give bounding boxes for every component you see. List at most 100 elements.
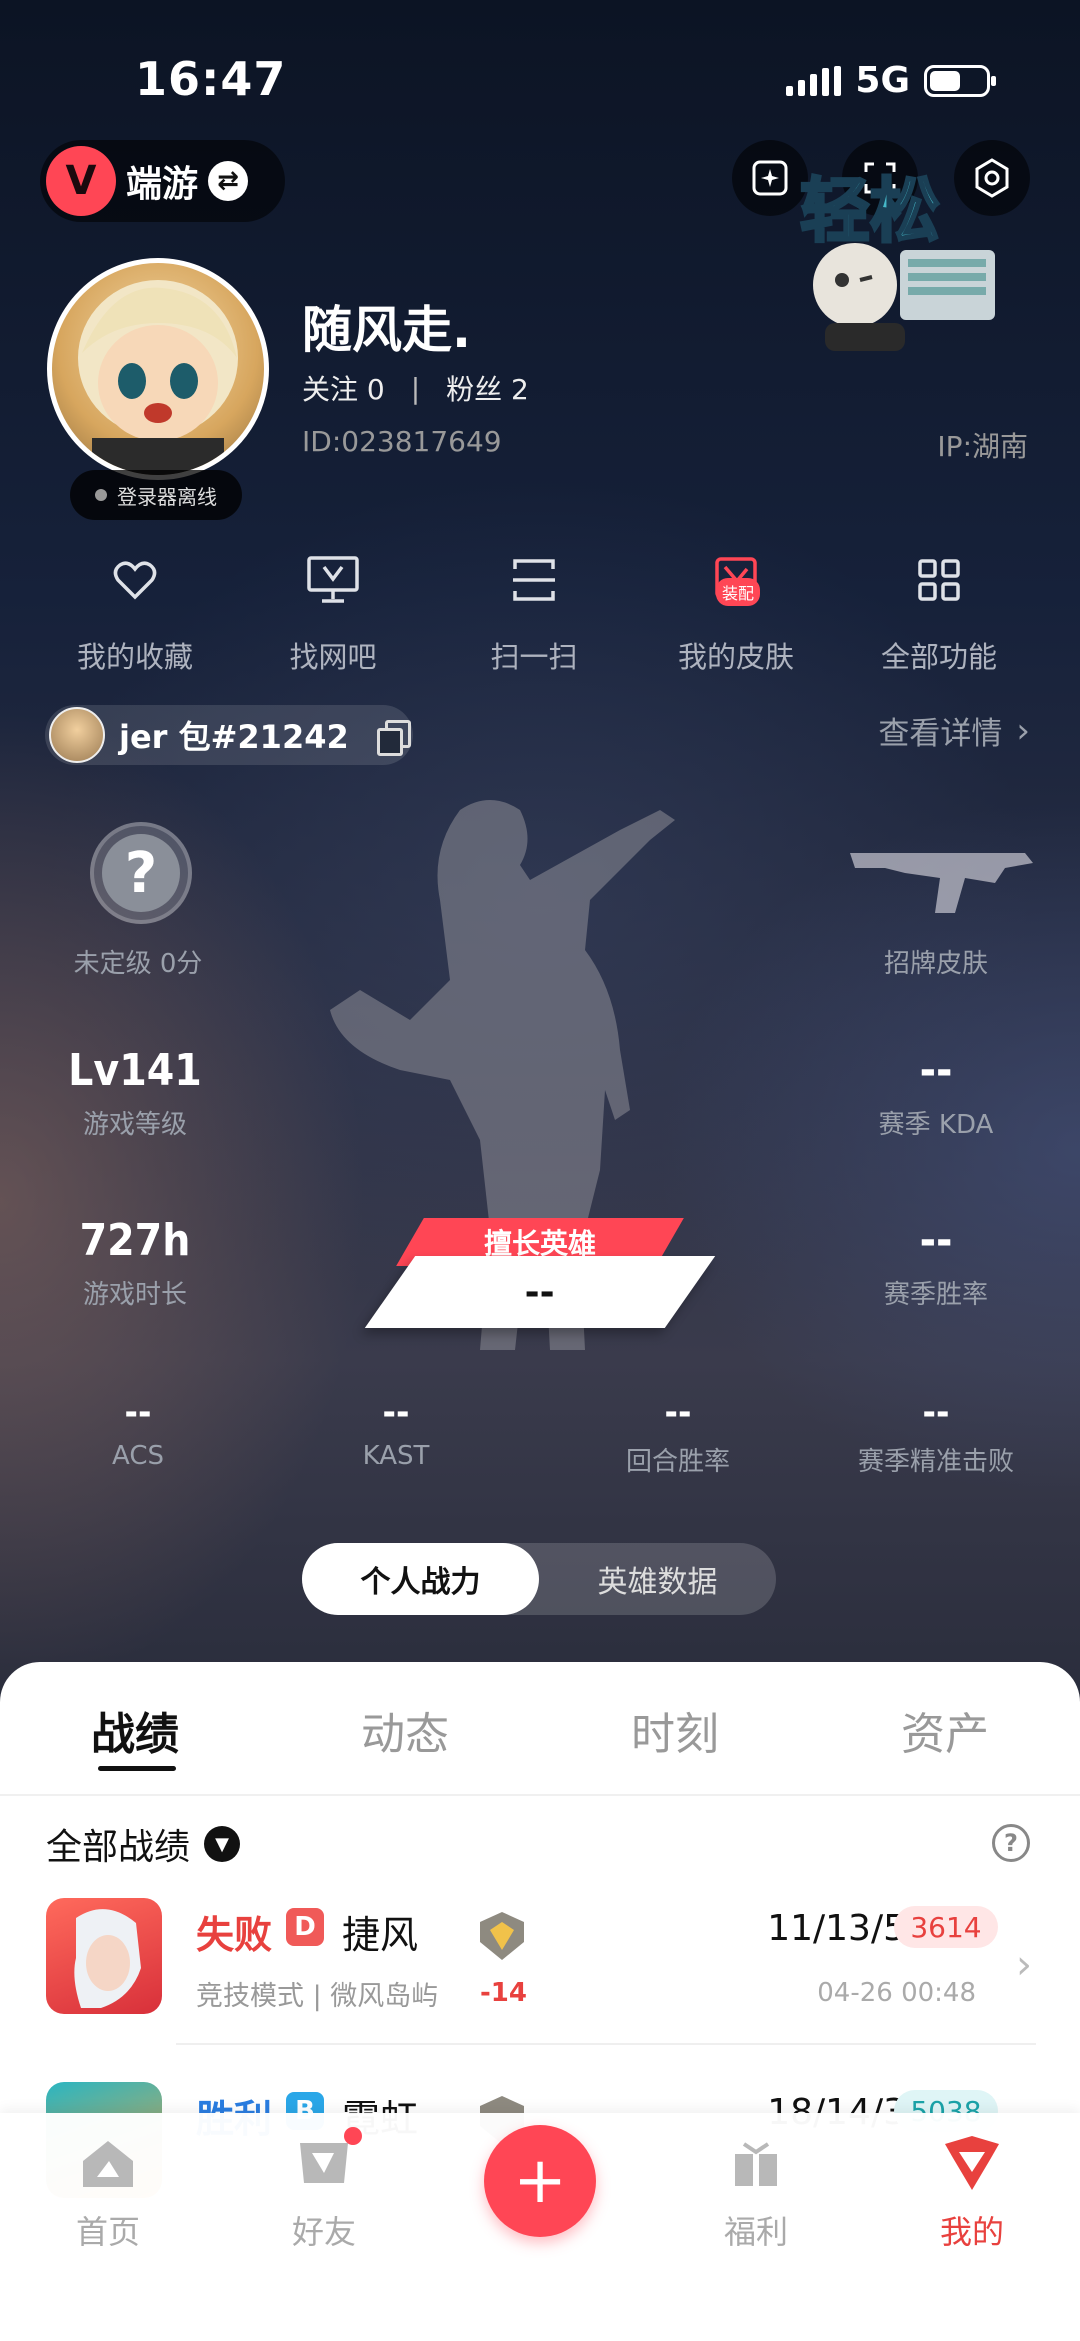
winrate-value: -- (919, 1215, 953, 1266)
chevron-down-icon: ▼ (204, 1826, 241, 1862)
status-dot (95, 489, 107, 501)
skin-equip-badge: 装配 (716, 578, 761, 606)
records-filter-label: 全部战绩 (46, 1827, 191, 1868)
kda-label: 赛季 KDA (878, 1110, 994, 1140)
friends-icon (292, 2127, 362, 2195)
riot-account-pill[interactable]: jer 包#21242 (45, 705, 413, 765)
segment-personal-power[interactable]: 个人战力 (302, 1543, 539, 1615)
view-details-label: 查看详情 (878, 716, 1003, 752)
best-agent-box[interactable]: -- (364, 1256, 716, 1328)
kast-value: -- (382, 1392, 410, 1433)
precision-kills-label: 赛季精准击败 (857, 1447, 1014, 1477)
nav-label: 好友 (291, 2213, 356, 2251)
following-count[interactable]: 关注 0 (302, 368, 385, 408)
match-rr-change: -14 (480, 1978, 527, 2008)
user-name: 随风走. (302, 301, 471, 359)
fans-count[interactable]: 粉丝 2 (446, 368, 529, 408)
game-name: 端游 (126, 164, 199, 205)
tab-assets[interactable]: 资产 (810, 1698, 1080, 1762)
valorant-logo-icon: V (46, 146, 116, 216)
status-indicators: 5G (786, 60, 996, 101)
battery-icon (924, 64, 996, 97)
acs-label: ACS (112, 1441, 164, 1471)
level-stat: Lv141 游戏等级 (5, 1045, 265, 1141)
nav-me[interactable]: 我的 (892, 2131, 1052, 2253)
quick-action-scan[interactable]: 扫一扫 (434, 548, 634, 676)
row-divider (176, 2043, 1036, 2045)
rank-unranked-icon[interactable]: ? (90, 822, 192, 924)
quick-action-label: 扫一扫 (490, 640, 578, 674)
tab-moments[interactable]: 时刻 (540, 1698, 810, 1762)
rank-label: 未定级 0分 (73, 949, 203, 979)
scan-icon (502, 548, 566, 612)
match-row[interactable]: 失败 D 捷风 竞技模式 | 微风岛屿 -14 11/13/5 3614 04-… (46, 1898, 1036, 2023)
launcher-status-badge: 登录器离线 (70, 470, 242, 520)
nav-label: 福利 (723, 2213, 788, 2251)
level-label: 游戏等级 (82, 1110, 187, 1140)
kast-label: KAST (362, 1441, 430, 1471)
agent-portrait-jett (46, 1898, 162, 2014)
stats-segment-control: 个人战力 英雄数据 (302, 1543, 776, 1615)
precision-kills-stat: -- 赛季精准击败 (806, 1392, 1066, 1478)
signal-icon (786, 65, 842, 96)
quick-action-label: 找网吧 (289, 640, 377, 674)
nav-friends[interactable]: 好友 (244, 2127, 404, 2253)
match-mode: 竞技模式 | 微风岛屿 (196, 1981, 439, 2012)
quick-action-label: 我的收藏 (76, 640, 193, 674)
records-filter-dropdown[interactable]: 全部战绩 ▼ (46, 1818, 241, 1870)
create-post-button[interactable]: + (484, 2125, 596, 2237)
quick-action-all-features[interactable]: 全部功能 (839, 548, 1039, 676)
signature-skin-label: 招牌皮肤 (883, 949, 988, 979)
nav-label: 首页 (75, 2213, 140, 2251)
nav-home[interactable]: 首页 (28, 2131, 188, 2253)
segment-agent-data[interactable]: 英雄数据 (539, 1543, 776, 1615)
follow-divider: | (410, 371, 421, 405)
notification-dot (344, 2127, 362, 2145)
view-details-link[interactable]: 查看详情 › (878, 708, 1030, 753)
playtime-stat: 727h 游戏时长 (5, 1215, 265, 1311)
kast-stat: -- KAST (266, 1392, 526, 1471)
tab-records[interactable]: 战绩 (0, 1698, 270, 1762)
gift-icon (724, 2131, 788, 2195)
tab-divider (0, 1794, 1080, 1796)
profile-icon (940, 2131, 1004, 2195)
skin-icon: 装配 (704, 548, 768, 612)
round-winrate-value: -- (664, 1392, 692, 1433)
winrate-stat: -- 赛季胜率 (806, 1215, 1066, 1311)
bottom-nav: 首页 好友 + 福利 我的 (0, 2113, 1080, 2341)
riot-avatar (49, 707, 105, 763)
user-id: ID:023817649 (302, 425, 502, 458)
chevron-right-icon: › (1016, 1942, 1032, 1988)
follow-stats: 关注 0 | 粉丝 2 (302, 368, 529, 408)
quick-action-label: 我的皮肤 (677, 640, 794, 674)
winrate-label: 赛季胜率 (883, 1280, 988, 1310)
grid-icon (907, 548, 971, 612)
avatar[interactable] (47, 258, 269, 480)
launcher-status-text: 登录器离线 (117, 484, 217, 509)
chevron-right-icon: › (1016, 710, 1030, 751)
tab-feed[interactable]: 动态 (270, 1698, 540, 1762)
quick-action-find-cafe[interactable]: 找网吧 (233, 548, 433, 676)
match-agent-name: 捷风 (342, 1913, 419, 1957)
nav-benefits[interactable]: 福利 (676, 2131, 836, 2253)
help-icon[interactable]: ? (992, 1824, 1030, 1862)
records-tabs: 战绩 动态 时刻 资产 (0, 1698, 1080, 1762)
rank-badge-icon (480, 1912, 524, 1960)
active-tab-indicator (98, 1766, 176, 1771)
quick-action-favorites[interactable]: 我的收藏 (35, 548, 235, 676)
user-ip-location: IP:湖南 (937, 430, 1028, 463)
riot-id: jer 包#21242 (119, 718, 349, 756)
acs-value: -- (124, 1392, 152, 1433)
match-tier-badge: D (286, 1908, 324, 1946)
rank-question-icon: ? (102, 834, 180, 912)
game-switch[interactable]: V 端游 ⇄ (40, 140, 285, 222)
quick-action-label: 全部功能 (880, 640, 997, 674)
rifle-icon (845, 838, 1035, 922)
round-winrate-stat: -- 回合胜率 (548, 1392, 808, 1478)
copy-icon[interactable] (376, 720, 411, 756)
status-time: 16:47 (135, 52, 287, 106)
playtime-value: 727h (79, 1215, 191, 1266)
precision-kills-value: -- (922, 1392, 950, 1433)
heart-icon (103, 548, 167, 612)
quick-action-my-skins[interactable]: 装配 我的皮肤 (636, 548, 836, 676)
